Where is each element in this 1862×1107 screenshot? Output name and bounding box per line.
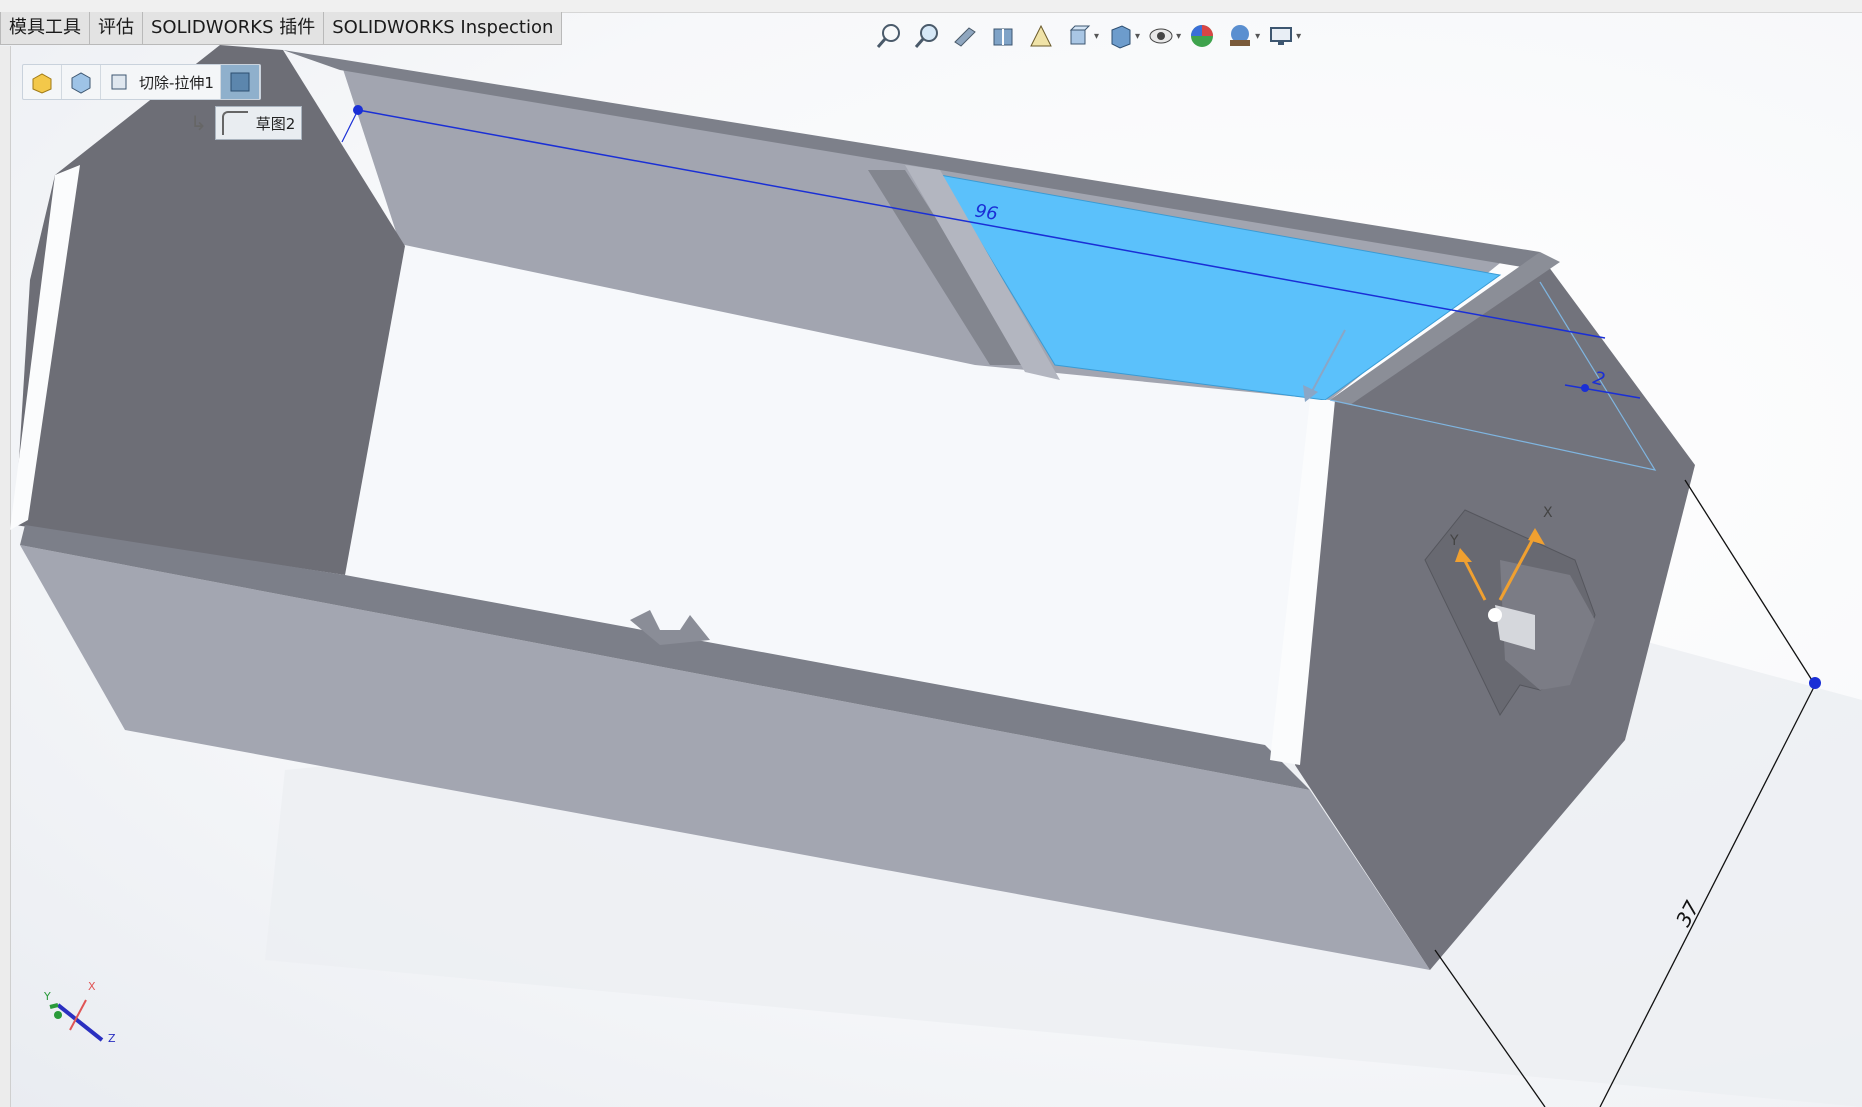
- dimension-96-ext: [341, 109, 359, 143]
- graphics-area[interactable]: X Y 96 2 37 X Y Z: [0, 0, 1862, 1107]
- dimension-2-anchor[interactable]: [1581, 384, 1589, 392]
- child-arrow-icon: ↳: [190, 111, 207, 135]
- breadcrumb-feature[interactable]: 切除-拉伸1: [101, 65, 221, 99]
- hide-show-items-icon[interactable]: [1144, 20, 1178, 52]
- dimension-96-value[interactable]: 96: [973, 200, 999, 225]
- previous-view-icon[interactable]: [948, 20, 982, 52]
- cut-extrude-icon: [111, 74, 127, 90]
- edit-appearance-icon[interactable]: [1185, 20, 1219, 52]
- breadcrumb: 切除-拉伸1: [22, 64, 261, 100]
- ref-triad-x-label: X: [88, 980, 96, 993]
- ref-triad-y-axis: [49, 1003, 59, 1009]
- view-settings-dropdown[interactable]: ▾: [1296, 31, 1301, 42]
- breadcrumb-sketch[interactable]: 草图2: [214, 106, 303, 140]
- part-triad-y-label: Y: [1449, 533, 1459, 549]
- ref-triad-z-label: Z: [108, 1032, 116, 1045]
- breadcrumb-part[interactable]: [62, 65, 101, 99]
- breadcrumb-sketch-row: ↳ 草图2: [190, 106, 303, 140]
- view-settings-icon[interactable]: [1264, 20, 1298, 52]
- hide-show-dropdown[interactable]: ▾: [1176, 31, 1181, 42]
- section-view-icon[interactable]: [986, 20, 1020, 52]
- breadcrumb-feature-label: 切除-拉伸1: [139, 73, 214, 92]
- boss-origin: [1488, 608, 1502, 622]
- zoom-to-area-icon[interactable]: [910, 20, 944, 52]
- zoom-to-fit-icon[interactable]: [872, 20, 906, 52]
- view-orientation-dropdown[interactable]: ▾: [1094, 31, 1099, 42]
- apply-scene-dropdown[interactable]: ▾: [1255, 31, 1260, 42]
- dimension-37-anchor[interactable]: [1809, 677, 1821, 689]
- face-icon: [230, 72, 250, 92]
- heads-up-view-toolbar: ▾ ▾ ▾ ▾ ▾: [872, 18, 1305, 54]
- breadcrumb-sketch-label: 草图2: [255, 114, 296, 133]
- dynamic-annotation-icon[interactable]: [1024, 20, 1058, 52]
- ref-triad-y-label: Y: [43, 990, 51, 1003]
- display-style-icon[interactable]: [1103, 20, 1137, 52]
- apply-scene-icon[interactable]: [1223, 20, 1257, 52]
- part-triad-x-label: X: [1543, 505, 1553, 521]
- part-cube-icon: [71, 72, 91, 94]
- breadcrumb-assembly[interactable]: [23, 65, 62, 99]
- ref-triad-origin: [54, 1011, 62, 1019]
- sketch-icon: [221, 111, 248, 135]
- part-yellow-icon: [32, 73, 52, 94]
- display-style-dropdown[interactable]: ▾: [1135, 31, 1140, 42]
- breadcrumb-face[interactable]: [220, 65, 260, 99]
- view-orientation-icon[interactable]: [1062, 20, 1096, 52]
- dimension-37-ext-top: [1684, 479, 1816, 686]
